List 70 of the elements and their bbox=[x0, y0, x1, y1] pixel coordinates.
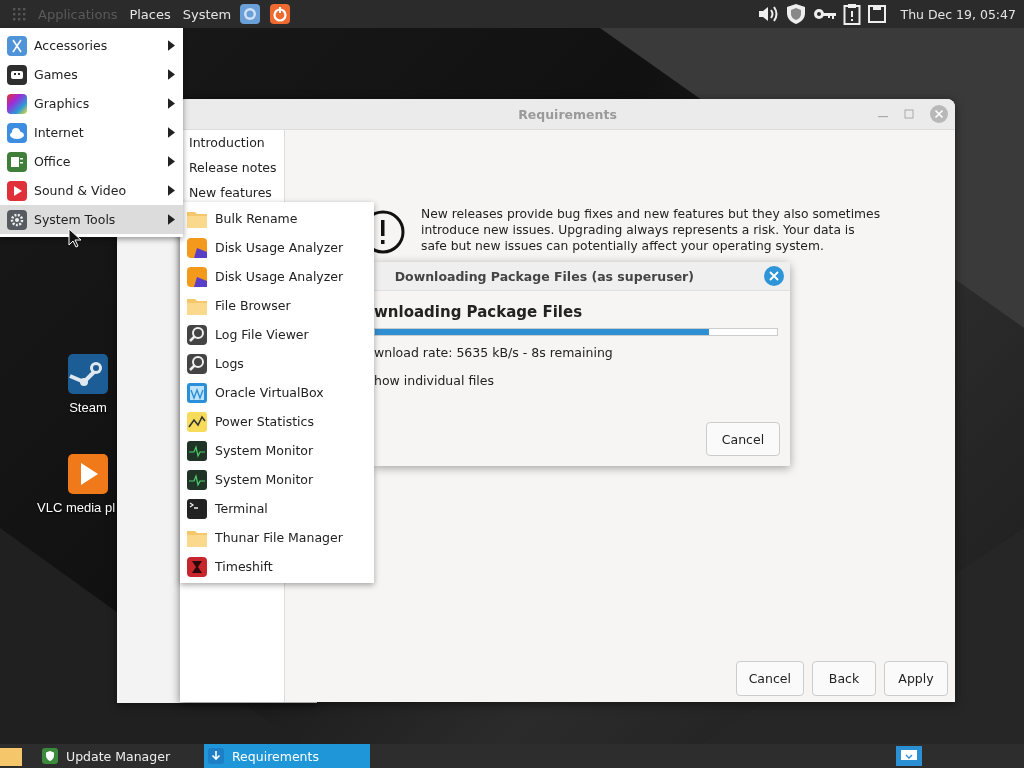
monitor-graph-icon bbox=[186, 439, 208, 462]
desktop-icon-label[interactable]: VLC media pl bbox=[37, 500, 116, 515]
volume-icon[interactable] bbox=[756, 4, 779, 24]
show-desktop-icon[interactable] bbox=[896, 746, 922, 766]
download-icon bbox=[208, 748, 224, 764]
dialog-button[interactable]: Back bbox=[812, 661, 876, 696]
submenu-arrow-icon bbox=[168, 40, 175, 51]
submenu-item[interactable]: System Monitor bbox=[180, 465, 374, 494]
panel-menu[interactable]: System bbox=[182, 6, 232, 22]
menu-category[interactable]: System Tools bbox=[0, 205, 183, 234]
submenu-arrow-icon bbox=[168, 185, 175, 196]
submenu-item[interactable]: Thunar File Manager bbox=[180, 523, 374, 552]
submenu-item[interactable]: Terminal bbox=[180, 494, 374, 523]
taskbar-button[interactable]: Update Manager bbox=[38, 744, 204, 768]
sidebar-item[interactable]: Release notes bbox=[189, 161, 284, 175]
gear-icon bbox=[6, 208, 28, 231]
steam-icon[interactable] bbox=[68, 354, 108, 394]
panel-menu[interactable]: Places bbox=[129, 6, 171, 22]
submenu-item[interactable]: Disk Usage Analyzer bbox=[180, 233, 374, 262]
submenu-arrow-icon bbox=[168, 156, 175, 167]
submenu-item[interactable]: Power Statistics bbox=[180, 407, 374, 436]
clipboard-alert-icon[interactable] bbox=[842, 3, 861, 25]
menu-category[interactable]: Sound & Video bbox=[0, 176, 183, 205]
menu-category[interactable]: Internet bbox=[0, 118, 183, 147]
dialog-button[interactable]: Cancel bbox=[735, 661, 804, 696]
hourglass-icon bbox=[186, 555, 208, 578]
submenu-arrow-icon bbox=[168, 69, 175, 80]
desktop-icon-label[interactable]: Steam bbox=[69, 400, 107, 415]
folder-icon[interactable] bbox=[0, 746, 22, 766]
checkbox-label[interactable]: how individual files bbox=[374, 372, 780, 390]
warning-message: New releases provide bug fixes and new features but they also sometimes introduce new issues. Upgrading always represents a risk. Your data is safe but new issues can potentially affect your operating system. bbox=[421, 206, 881, 254]
close-icon[interactable] bbox=[764, 266, 784, 286]
magnifier-icon bbox=[186, 352, 208, 375]
menu-category[interactable]: Accessories bbox=[0, 31, 183, 60]
submenu-item[interactable]: Logs bbox=[180, 349, 374, 378]
submenu-arrow-icon bbox=[168, 127, 175, 138]
menu-category[interactable]: Office bbox=[0, 147, 183, 176]
submenu-item[interactable]: Log File Viewer bbox=[180, 320, 374, 349]
submenu-arrow-icon bbox=[168, 214, 175, 225]
clock[interactable]: Thu Dec 19, 05:47 bbox=[900, 6, 1016, 22]
monitor-graph-icon bbox=[186, 468, 208, 491]
submenu-item[interactable]: Oracle VirtualBox bbox=[180, 378, 374, 407]
magnifier-icon bbox=[186, 323, 208, 346]
document-icon bbox=[6, 150, 28, 173]
key-icon[interactable] bbox=[812, 6, 837, 22]
dialog-title: Downloading Package Files (as superuser) bbox=[394, 268, 694, 284]
sidebar-item[interactable]: Introduction bbox=[189, 136, 284, 150]
submenu-arrow-icon bbox=[168, 98, 175, 109]
menu-category[interactable]: Games bbox=[0, 60, 183, 89]
play-icon bbox=[6, 179, 28, 202]
menu-category[interactable]: Graphics bbox=[0, 89, 183, 118]
submenu-item[interactable]: Bulk Rename bbox=[180, 204, 374, 233]
dialog-button[interactable]: Apply bbox=[884, 661, 948, 696]
pie-chart-icon bbox=[186, 236, 208, 259]
play-icon[interactable] bbox=[68, 454, 108, 494]
window-title: Requirements bbox=[518, 106, 617, 122]
shield-icon[interactable] bbox=[784, 3, 807, 25]
submenu-item[interactable]: File Browser bbox=[180, 291, 374, 320]
sidebar-item[interactable]: New features bbox=[189, 186, 284, 200]
submenu-item[interactable]: Timeshift bbox=[180, 552, 374, 581]
cloud-icon bbox=[6, 121, 28, 144]
download-rate: wnload rate: 5635 kB/s - 8s remaining bbox=[374, 344, 614, 362]
terminal-icon bbox=[186, 497, 208, 520]
cancel-button[interactable]: Cancel bbox=[706, 422, 780, 456]
line-graph-icon bbox=[186, 410, 208, 433]
pie-chart-icon bbox=[186, 265, 208, 288]
shield-icon bbox=[42, 748, 58, 764]
submenu-item[interactable]: System Monitor bbox=[180, 436, 374, 465]
dialog-heading: wnloading Package Files bbox=[374, 302, 584, 323]
submenu-item[interactable]: Disk Usage Analyzer bbox=[180, 262, 374, 291]
